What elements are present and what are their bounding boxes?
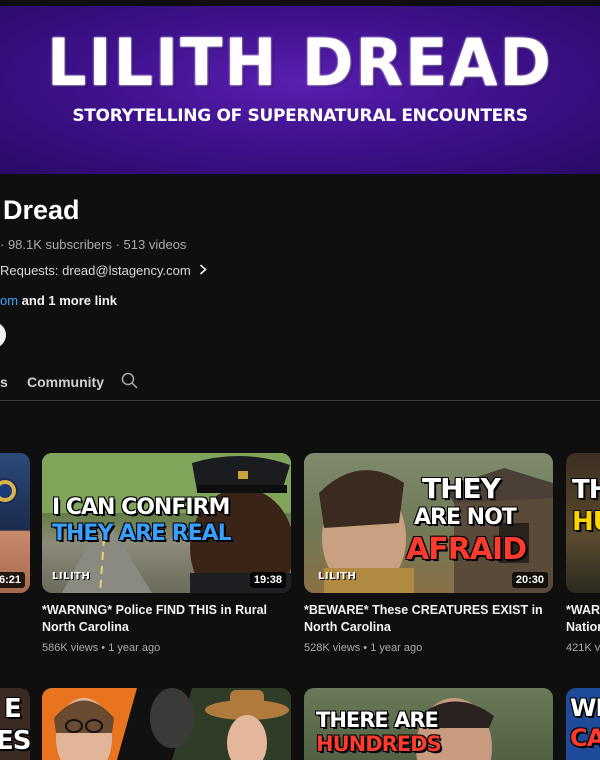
banner-title: LILITH DREAD [47,24,553,101]
banner-tagline: STORYTELLING OF SUPERNATURAL ENCOUNTERS [72,106,528,126]
thumbnail-overlay-text: E [4,694,22,724]
video-meta: 421K vi [566,642,600,654]
thumbnail-overlay-text: ES [0,726,30,756]
subscribe-button[interactable] [0,322,6,348]
search-icon[interactable] [121,372,139,390]
channel-tabs: s Community [0,372,600,400]
thumbnail-overlay-text: THEY ARE REAL [52,521,232,546]
channel-links: om and 1 more link [0,293,117,308]
thumbnail-overlay-text: THERE ARE [316,708,439,732]
lilith-brand-mark: LILITH [318,571,357,582]
channel-description-text: Requests: dread@lstagency.com [0,263,191,278]
tabs-divider [0,400,600,401]
channel-banner: LILITH DREAD STORYTELLING OF SUPERNATURA… [0,6,600,174]
video-thumbnail[interactable]: THERE ARE HUNDREDS [304,688,553,760]
video-card-right-partial[interactable]: WE CA [566,688,600,760]
thumbnail-overlay-text: TH [572,475,600,505]
video-duration: 20:30 [511,572,548,588]
video-thumbnail[interactable] [42,688,291,760]
thumbnail-overlay-text: HU [572,507,600,537]
video-card[interactable] [42,688,291,760]
channel-name: Dread [3,195,80,225]
video-thumbnail[interactable]: THEY ARE NOT AFRAID LILITH 20:30 [304,453,553,593]
channel-description[interactable]: Requests: dread@lstagency.com [0,263,207,278]
chevron-right-icon [199,263,207,278]
video-card-right-partial[interactable]: TH HU *WARN Nation 421K vi [566,453,600,663]
thumbnail-overlay-text: THEY [422,472,501,505]
thumbnail-overlay-text: WE [570,694,600,722]
video-card[interactable]: THEY ARE NOT AFRAID LILITH 20:30 *BEWARE… [304,453,553,663]
channel-link[interactable]: om [0,293,18,308]
video-card[interactable]: THERE ARE HUNDREDS [304,688,553,760]
video-card-left-partial[interactable]: 6:21 [0,453,32,593]
video-card-left-partial[interactable]: E ES [0,688,30,760]
tab-community[interactable]: Community [27,374,104,390]
tab-partial[interactable]: s [0,374,8,390]
video-title[interactable]: *WARN Nation [566,602,600,636]
more-links-button[interactable]: and 1 more link [18,293,117,308]
thumbnail-art [42,688,289,760]
video-thumbnail[interactable]: E ES [0,688,30,760]
thumbnail-overlay-text: ARE NOT [414,505,517,530]
thumbnail-overlay-text: I CAN CONFIRM [52,495,230,520]
thumbnail-overlay-text: CA [570,724,600,752]
video-duration: 6:21 [0,572,25,588]
fbi-seal-icon [0,478,18,504]
video-title[interactable]: *WARNING* Police FIND THIS in Rural Nort… [42,602,287,636]
thumbnail-overlay-text: AFRAID [406,532,527,567]
video-duration: 19:38 [249,572,286,588]
thumbnail-overlay-text: HUNDREDS [316,732,442,756]
video-thumbnail[interactable]: 6:21 [0,453,30,593]
video-meta: 528K views • 1 year ago [304,642,423,654]
video-card[interactable]: I CAN CONFIRM THEY ARE REAL LILITH 19:38… [42,453,291,663]
lilith-brand-mark: LILITH [52,571,91,582]
channel-meta: · 98.1K subscribers · 513 videos [0,237,187,252]
video-thumbnail[interactable]: I CAN CONFIRM THEY ARE REAL LILITH 19:38 [42,453,291,593]
video-thumbnail[interactable]: TH HU [566,453,600,593]
video-title[interactable]: *BEWARE* These CREATURES EXIST in North … [304,602,549,636]
video-thumbnail[interactable]: WE CA [566,688,600,760]
video-meta: 586K views • 1 year ago [42,642,161,654]
